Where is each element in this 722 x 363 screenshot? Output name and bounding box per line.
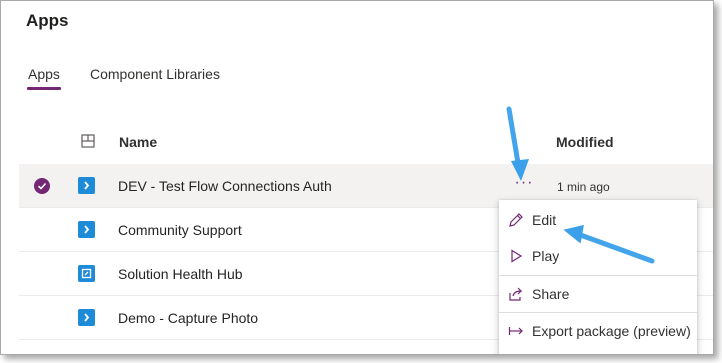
app-window: Apps Apps Component Libraries Name Modif… [0, 0, 714, 355]
table-header: Name Modified [1, 126, 713, 158]
menu-item-label: Share [532, 286, 570, 302]
menu-item-export-package[interactable]: Export package (preview) [499, 313, 697, 349]
more-options-button[interactable]: ··· [511, 173, 537, 197]
model-driven-app-icon [78, 265, 95, 282]
column-header-modified[interactable]: Modified [556, 134, 614, 150]
menu-item-share[interactable]: Share [499, 276, 697, 312]
row-selected-checkmark-icon[interactable] [34, 178, 50, 194]
app-name[interactable]: DEV - Test Flow Connections Auth [118, 178, 332, 194]
play-icon [511, 249, 523, 263]
page-title: Apps [26, 11, 69, 30]
app-name[interactable]: Demo - Capture Photo [118, 310, 258, 326]
tab-component-libraries[interactable]: Component Libraries [90, 66, 220, 82]
tab-component-libraries-label: Component Libraries [90, 66, 220, 82]
pencil-icon [509, 213, 523, 227]
menu-item-label: Play [532, 248, 560, 264]
modified-time: 1 min ago [557, 180, 610, 194]
export-icon [508, 327, 523, 335]
menu-item-label: Edit [532, 212, 557, 228]
menu-item-play[interactable]: Play [499, 238, 697, 274]
share-icon [509, 287, 523, 301]
app-name[interactable]: Solution Health Hub [118, 266, 243, 282]
app-name[interactable]: Community Support [118, 222, 242, 238]
app-type-column-icon[interactable] [81, 134, 95, 148]
active-tab-indicator [27, 87, 61, 90]
menu-item-label: Export package (preview) [532, 323, 691, 339]
canvas-app-icon [78, 177, 95, 194]
column-header-name[interactable]: Name [119, 134, 157, 150]
tab-apps[interactable]: Apps [27, 66, 61, 90]
context-menu: Edit Play Share Export package (preview) [499, 200, 697, 354]
tab-apps-label: Apps [28, 66, 60, 82]
canvas-app-icon [78, 221, 95, 238]
menu-item-edit[interactable]: Edit [499, 202, 697, 238]
canvas-app-icon [78, 309, 95, 326]
